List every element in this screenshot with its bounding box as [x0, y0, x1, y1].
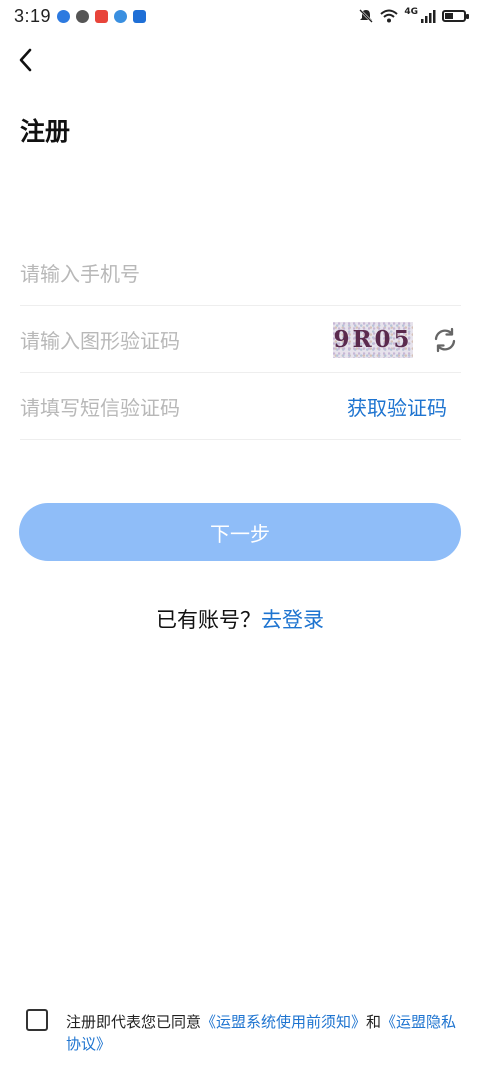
next-button[interactable]: 下一步	[19, 503, 461, 561]
app-blue-icon	[114, 9, 128, 23]
phone-field[interactable]: 请输入手机号	[20, 240, 461, 306]
captcha-input[interactable]: 请输入图形验证码	[20, 325, 333, 354]
signal-icon	[421, 10, 436, 23]
status-time: 3:19	[14, 5, 52, 26]
captcha-image[interactable]: 9R05	[333, 321, 413, 358]
agreement-text: 注册即代表您已同意《运盟系统使用前须知》和《运盟隐私协议》	[66, 1011, 466, 1055]
captcha-row: 请输入图形验证码 9R05	[20, 307, 461, 373]
app-red-icon	[95, 9, 109, 23]
captcha-text: 9R05	[333, 325, 413, 353]
agree-checkbox[interactable]	[26, 1009, 48, 1031]
sms-row: 请填写短信验证码 获取验证码	[20, 374, 461, 440]
mute-bell-icon	[359, 9, 374, 23]
page-title: 注册	[20, 117, 71, 146]
refresh-icon	[434, 327, 456, 352]
login-link[interactable]: 去登录	[261, 608, 324, 632]
wifi-icon	[380, 9, 399, 23]
status-bar: 3:19 4G	[0, 0, 480, 32]
agreement-joiner: 和	[366, 1013, 382, 1031]
chevron-left-icon	[19, 48, 32, 72]
back-button[interactable]	[14, 44, 42, 76]
phone-input[interactable]: 请输入手机号	[20, 258, 461, 287]
refresh-captcha-button[interactable]	[431, 326, 459, 354]
agreement-prefix: 注册即代表您已同意	[66, 1013, 202, 1031]
login-prompt-line: 已有账号？去登录	[0, 604, 480, 634]
app-shield-icon	[133, 9, 147, 23]
terms-link[interactable]: 《运盟系统使用前须知》	[201, 1013, 366, 1031]
battery-icon	[442, 10, 469, 22]
wechat-icon	[76, 9, 90, 23]
app-notification-icon	[57, 9, 71, 23]
status-left: 3:19	[14, 5, 147, 27]
status-right: 4G	[358, 7, 469, 24]
sms-code-input[interactable]: 请填写短信验证码	[20, 392, 347, 421]
login-prompt: 已有账号？	[156, 608, 261, 632]
get-code-button[interactable]: 获取验证码	[347, 392, 447, 421]
network-type: 4G	[404, 7, 418, 17]
